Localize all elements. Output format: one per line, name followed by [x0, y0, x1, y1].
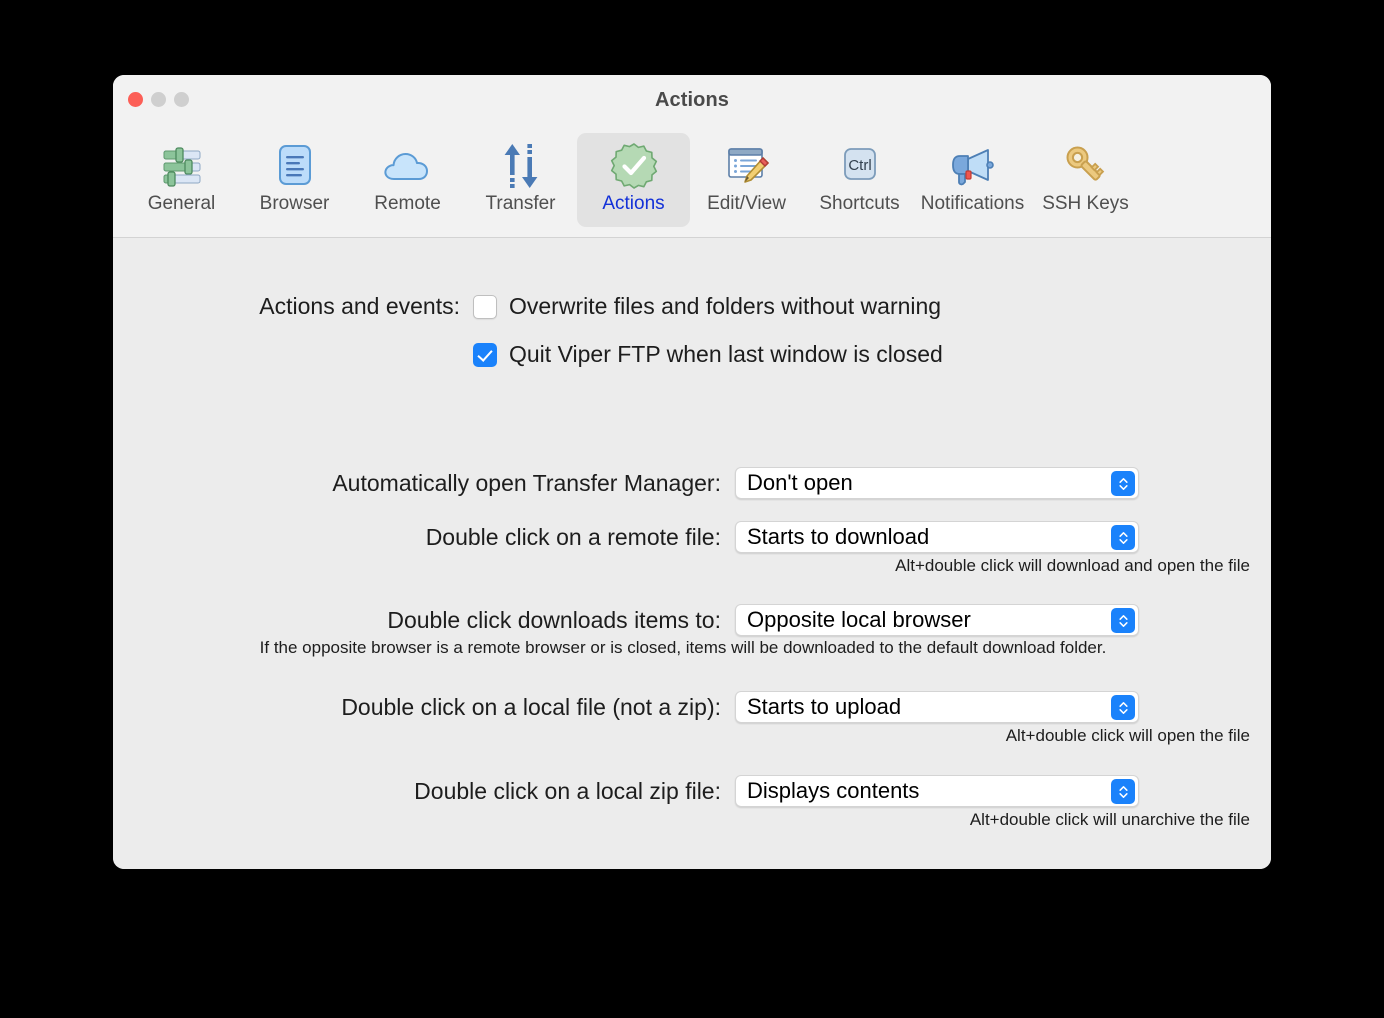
ctrl-key-icon: Ctrl: [832, 140, 888, 192]
preferences-window: Actions General Browser Remote Transfer …: [113, 75, 1271, 869]
checkbox-quit-viper-ftp-label: Quit Viper FTP when last window is close…: [509, 341, 943, 367]
tab-browser-label: Browser: [259, 193, 330, 214]
setting-label-remote-file: Double click on a remote file:: [425, 523, 721, 550]
chevron-down-icon: [1118, 792, 1128, 798]
tab-notifications-label: Notifications: [920, 193, 1025, 214]
window-titlebar: Actions: [113, 75, 1271, 131]
checkbox-row-quit: Quit Viper FTP when last window is close…: [113, 341, 943, 368]
tab-transfer[interactable]: Transfer: [464, 133, 577, 227]
stepper-remote-file[interactable]: [1111, 525, 1135, 550]
setting-row-local-file: Double click on a local file (not a zip)…: [113, 690, 1271, 724]
sliders-icon: [154, 140, 210, 192]
checkbox-row-overwrite: Actions and events: Overwrite files and …: [113, 293, 941, 320]
chevron-down-icon: [1118, 621, 1128, 627]
setting-row-remote-file: Double click on a remote file: Starts to…: [113, 520, 1271, 554]
tab-browser[interactable]: Browser: [238, 133, 351, 227]
cloud-icon: [380, 140, 436, 192]
tab-general[interactable]: General: [125, 133, 238, 227]
tab-transfer-label: Transfer: [485, 193, 556, 214]
select-local-zip-file[interactable]: Displays contents: [735, 775, 1139, 807]
stepper-downloads-to[interactable]: [1111, 608, 1135, 633]
setting-label-local-file: Double click on a local file (not a zip)…: [341, 693, 721, 720]
stepper-local-file[interactable]: [1111, 695, 1135, 720]
setting-label-local-zip-file: Double click on a local zip file:: [414, 777, 721, 804]
hint-local-zip-file: Alt+double click will unarchive the file: [969, 810, 1250, 829]
tab-ssh-keys-label: SSH Keys: [1042, 193, 1129, 214]
stepper-transfer-manager[interactable]: [1111, 471, 1135, 496]
stepper-local-zip-file[interactable]: [1111, 779, 1135, 804]
preferences-content: Actions and events: Overwrite files and …: [113, 238, 1271, 869]
green-check-badge-icon: [606, 140, 662, 192]
document-lines-icon: [267, 140, 323, 192]
chevron-up-icon: [1118, 701, 1128, 707]
select-local-file-value: Starts to upload: [747, 694, 902, 719]
tab-edit-view[interactable]: Edit/View: [690, 133, 803, 227]
setting-row-transfer-manager: Automatically open Transfer Manager: Don…: [113, 466, 1271, 500]
tab-remote-label: Remote: [374, 193, 441, 214]
select-local-file[interactable]: Starts to upload: [735, 691, 1139, 723]
checkbox-overwrite-files[interactable]: [473, 294, 497, 319]
select-local-zip-file-value: Displays contents: [747, 778, 920, 803]
tab-ssh-keys[interactable]: SSH Keys: [1029, 133, 1142, 227]
key-icon: [1058, 140, 1114, 192]
tab-remote[interactable]: Remote: [351, 133, 464, 227]
tab-actions-label: Actions: [602, 193, 665, 214]
chevron-up-icon: [1118, 785, 1128, 791]
checkbox-overwrite-files-label: Overwrite files and folders without warn…: [509, 293, 942, 319]
checkbox-quit-viper-ftp[interactable]: [473, 342, 497, 367]
select-transfer-manager-value: Don't open: [747, 470, 853, 495]
tab-general-label: General: [147, 193, 216, 214]
chevron-up-icon: [1118, 477, 1128, 483]
tab-notifications[interactable]: Notifications: [916, 133, 1029, 227]
select-transfer-manager[interactable]: Don't open: [735, 467, 1139, 499]
setting-row-local-zip-file: Double click on a local zip file: Displa…: [113, 774, 1271, 808]
select-remote-file-value: Starts to download: [747, 524, 930, 549]
svg-text:Ctrl: Ctrl: [848, 157, 871, 174]
window-pencil-icon: [719, 140, 775, 192]
chevron-down-icon: [1118, 708, 1128, 714]
chevron-up-icon: [1118, 531, 1128, 537]
hint-remote-file: Alt+double click will download and open …: [895, 556, 1250, 575]
megaphone-icon: [945, 140, 1001, 192]
hint-downloads-to: If the opposite browser is a remote brow…: [259, 638, 1107, 657]
select-downloads-to[interactable]: Opposite local browser: [735, 604, 1139, 636]
up-down-arrows-icon: [493, 140, 549, 192]
chevron-down-icon: [1118, 484, 1128, 490]
setting-label-downloads-to: Double click downloads items to:: [387, 606, 721, 633]
chevron-down-icon: [1118, 538, 1128, 544]
chevron-up-icon: [1118, 614, 1128, 620]
preferences-toolbar: General Browser Remote Transfer Actions …: [113, 131, 1271, 238]
select-remote-file[interactable]: Starts to download: [735, 521, 1139, 553]
select-downloads-to-value: Opposite local browser: [747, 607, 971, 632]
setting-row-downloads-to: Double click downloads items to: Opposit…: [113, 603, 1271, 637]
tab-actions[interactable]: Actions: [577, 133, 690, 227]
tab-shortcuts-label: Shortcuts: [819, 193, 900, 214]
actions-and-events-label: Actions and events:: [259, 293, 460, 319]
tab-edit-view-label: Edit/View: [707, 193, 786, 214]
window-title: Actions: [654, 89, 730, 111]
setting-label-transfer-manager: Automatically open Transfer Manager:: [332, 469, 721, 496]
hint-local-file: Alt+double click will open the file: [1005, 726, 1250, 745]
tab-shortcuts[interactable]: Ctrl Shortcuts: [803, 133, 916, 227]
